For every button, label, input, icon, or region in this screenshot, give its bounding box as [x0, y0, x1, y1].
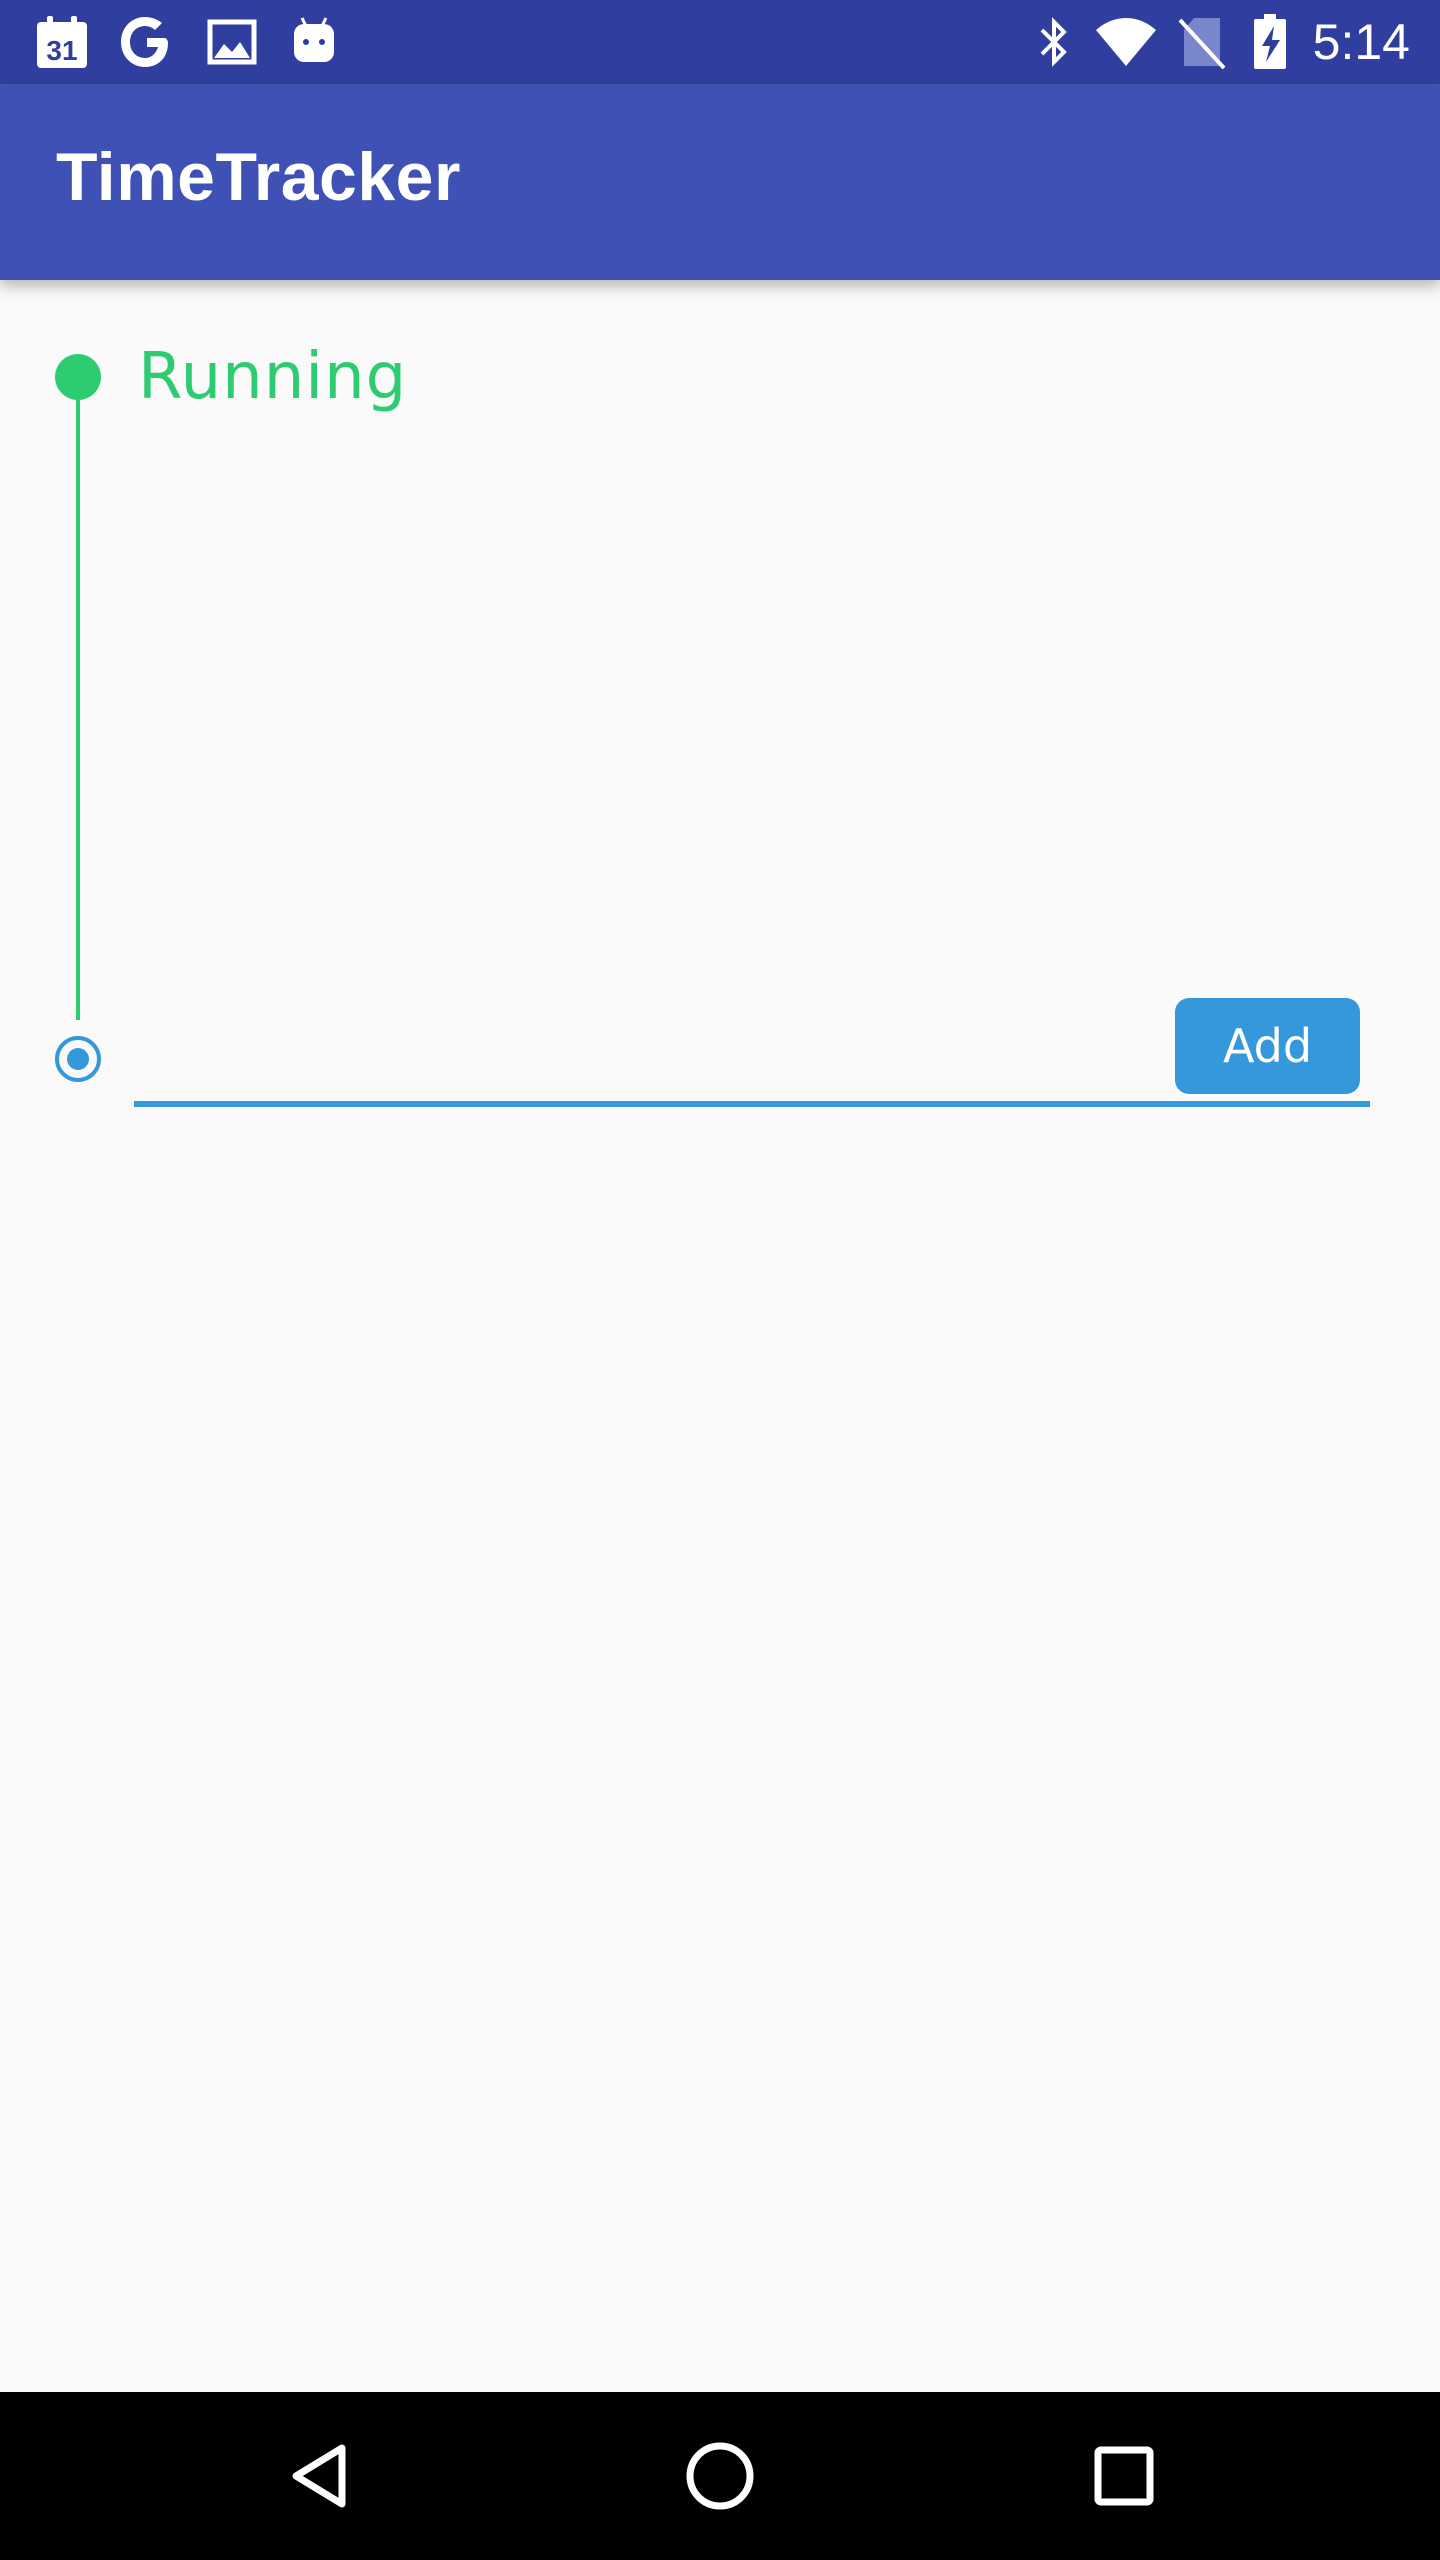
battery-charging-icon	[1254, 14, 1286, 69]
wifi-icon	[1096, 18, 1156, 66]
back-icon[interactable]	[270, 2426, 370, 2526]
no-sim-icon	[1178, 18, 1226, 70]
navigation-bar	[0, 2392, 1440, 2560]
task-name-input[interactable]	[134, 1000, 1134, 1082]
calendar-icon: 31	[37, 16, 87, 68]
timeline-line	[76, 378, 80, 1020]
status-time: 5:14	[1312, 14, 1410, 70]
timeline-end-node	[55, 1036, 101, 1082]
calendar-day: 31	[46, 35, 77, 66]
recents-icon[interactable]	[1074, 2426, 1174, 2526]
google-icon	[121, 17, 168, 67]
timeline-end-node-center	[67, 1048, 89, 1070]
image-icon	[207, 19, 257, 65]
task-input-underline	[134, 1101, 1370, 1107]
timeline-content: Running Add	[0, 280, 1440, 2392]
bluetooth-icon	[1040, 17, 1067, 67]
app-bar: TimeTracker	[0, 84, 1440, 280]
app-title: TimeTracker	[56, 139, 461, 215]
running-status-dot	[55, 354, 101, 400]
add-button[interactable]: Add	[1175, 998, 1360, 1094]
android-icon	[294, 17, 334, 62]
running-status-label: Running	[138, 340, 408, 414]
home-icon[interactable]	[670, 2426, 770, 2526]
screen: 31 5:14 TimeTracker Running Add	[0, 0, 1440, 2560]
status-bar: 31 5:14	[0, 0, 1440, 84]
